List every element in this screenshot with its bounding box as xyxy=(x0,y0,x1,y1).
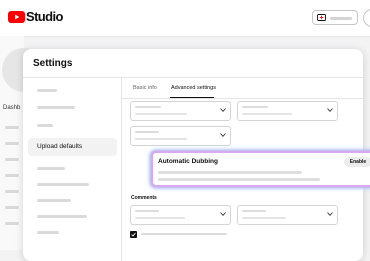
sidebar-placeholder-line xyxy=(5,158,19,161)
dropdown-label-placeholder xyxy=(135,131,159,133)
dropdown-field[interactable] xyxy=(237,101,338,121)
chevron-down-icon xyxy=(220,133,226,137)
sidebar-item-dashboard[interactable]: Dashb xyxy=(3,105,20,111)
nav-item-upload-defaults[interactable]: Upload defaults xyxy=(28,138,117,156)
sidebar-placeholder-line xyxy=(5,142,19,145)
tabs-divider xyxy=(122,98,363,99)
create-button-label-placeholder xyxy=(330,16,352,20)
sidebar-placeholder-line xyxy=(5,174,19,177)
settings-nav: Upload defaults xyxy=(23,78,121,261)
sidebar-placeholder-line xyxy=(5,222,19,225)
settings-dialog: Settings Upload defaults Basic info Adva… xyxy=(23,49,370,261)
description-placeholder xyxy=(158,171,302,174)
dropdown-field[interactable] xyxy=(130,126,231,146)
studio-logo-text[interactable]: Studio xyxy=(26,9,63,24)
tab-advanced-settings[interactable]: Advanced settings xyxy=(171,85,216,91)
nav-item-placeholder[interactable] xyxy=(37,183,89,186)
sidebar-placeholder-line xyxy=(5,190,19,193)
dropdown-label-placeholder xyxy=(135,210,159,212)
dropdown-value-placeholder xyxy=(242,113,292,115)
dropdown-field[interactable] xyxy=(130,101,231,121)
settings-content: Basic info Advanced settings Automatic D… xyxy=(122,78,370,261)
automatic-dubbing-card: Automatic Dubbing Enable xyxy=(151,151,370,187)
dialog-title: Settings xyxy=(33,58,73,69)
dropdown-value-placeholder xyxy=(135,113,187,115)
dropdown-field[interactable] xyxy=(130,205,231,225)
dropdown-value-placeholder xyxy=(135,217,185,219)
nav-item-placeholder[interactable] xyxy=(37,89,57,92)
checkbox-label-placeholder xyxy=(141,233,227,235)
youtube-logo-icon[interactable] xyxy=(8,11,25,23)
create-video-icon xyxy=(317,14,326,21)
chevron-down-icon xyxy=(327,108,333,112)
chevron-down-icon xyxy=(327,212,333,216)
nav-item-placeholder[interactable] xyxy=(37,167,65,170)
checkmark-icon xyxy=(131,232,136,237)
sidebar-placeholder-line xyxy=(5,206,19,209)
dropdown-value-placeholder xyxy=(135,138,187,140)
chevron-down-icon xyxy=(220,212,226,216)
nav-item-label: Upload defaults xyxy=(37,143,83,150)
nav-item-placeholder[interactable] xyxy=(37,106,75,109)
chevron-down-icon xyxy=(220,108,226,112)
enable-button[interactable]: Enable xyxy=(344,157,370,167)
nav-item-placeholder[interactable] xyxy=(37,199,71,202)
dropdown-label-placeholder xyxy=(242,210,266,212)
dropdown-field[interactable] xyxy=(237,205,338,225)
comments-label: Comments xyxy=(131,195,157,201)
automatic-dubbing-title: Automatic Dubbing xyxy=(158,158,218,165)
description-placeholder xyxy=(158,178,320,181)
dropdown-label-placeholder xyxy=(242,106,268,108)
create-button[interactable] xyxy=(312,10,358,25)
dropdown-label-placeholder xyxy=(135,106,161,108)
nav-item-placeholder[interactable] xyxy=(37,215,87,218)
dropdown-value-placeholder xyxy=(242,217,286,219)
account-avatar[interactable] xyxy=(363,9,370,27)
tab-basic-info[interactable]: Basic info xyxy=(133,85,157,91)
nav-item-placeholder[interactable] xyxy=(37,124,53,127)
sidebar-placeholder-line xyxy=(5,126,19,129)
comments-checkbox[interactable] xyxy=(130,231,137,238)
nav-item-placeholder[interactable] xyxy=(37,231,59,234)
top-bar: Studio xyxy=(0,0,370,37)
